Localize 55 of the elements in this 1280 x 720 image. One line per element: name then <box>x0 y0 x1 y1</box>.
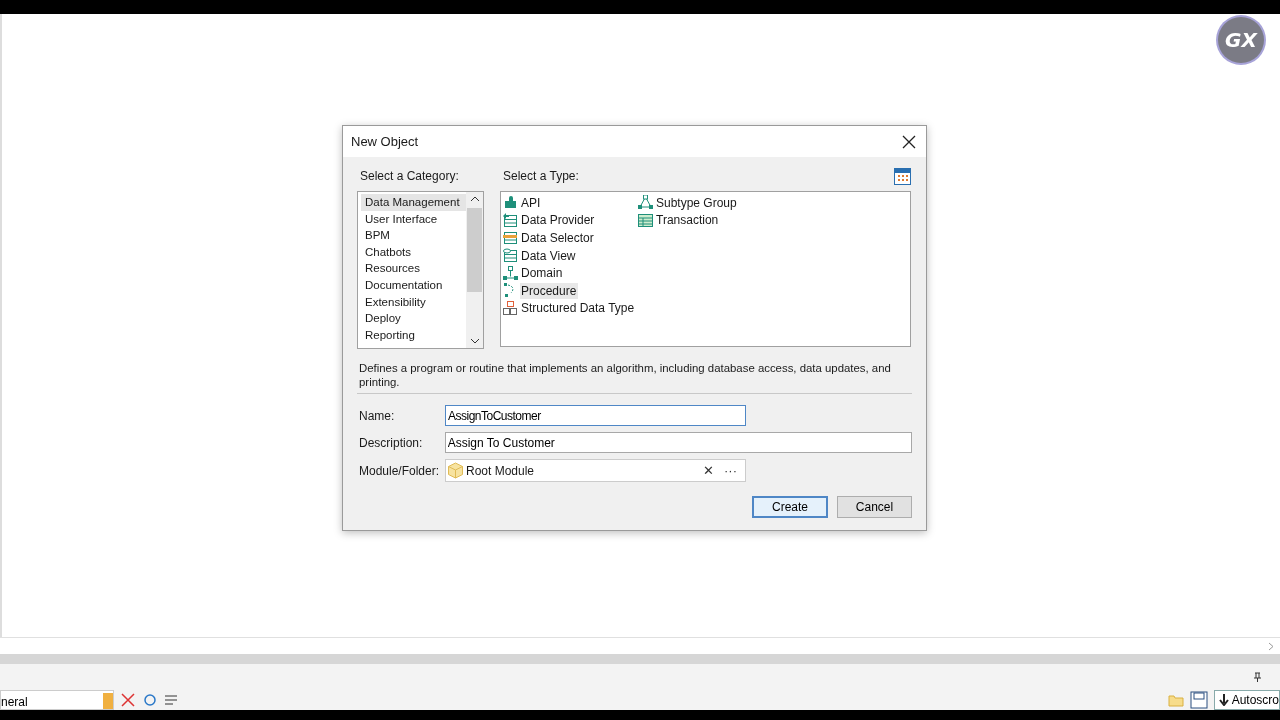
table-icon <box>503 230 518 246</box>
type-item[interactable]: Transaction <box>655 212 721 229</box>
category-list[interactable]: Data Management User Interface BPM Chatbots Resources Documentation Extensibility Deploy Reporting <box>357 191 484 349</box>
grid-view-icon[interactable] <box>894 167 911 185</box>
category-item[interactable]: Documentation <box>361 276 466 294</box>
filter-combo[interactable]: neral <box>0 690 114 710</box>
form-grid-icon <box>638 212 653 228</box>
save-icon[interactable] <box>1189 691 1208 709</box>
browse-button[interactable]: ··· <box>720 463 741 478</box>
type-list[interactable]: API Data Provider Data Selector Data View Domain Procedure Structured Data Type Subtype Group Transaction <box>500 191 911 347</box>
type-label: Select a Type: <box>503 169 579 183</box>
search-icon[interactable] <box>142 692 158 708</box>
category-item[interactable]: BPM <box>361 227 466 244</box>
table-icon <box>503 248 518 264</box>
triangle-nodes-icon <box>638 195 653 211</box>
category-item[interactable]: Deploy <box>361 310 466 327</box>
vertical-scrollbar[interactable] <box>466 192 483 348</box>
module-field[interactable]: Root Module ✕ ··· <box>445 459 746 482</box>
blocks-icon <box>503 300 518 316</box>
logo-badge: GX <box>1218 17 1264 63</box>
field-label: Name: <box>358 408 396 423</box>
category-label: Select a Category: <box>360 169 459 183</box>
category-item[interactable]: Extensibility <box>361 293 466 311</box>
delete-icon[interactable] <box>120 692 136 708</box>
type-item[interactable]: Data View <box>520 247 578 264</box>
down-arrow-icon <box>1218 694 1229 706</box>
dialog-title: New Object <box>351 134 419 149</box>
scroll-right-icon[interactable] <box>1268 641 1274 651</box>
field-label: Description: <box>358 435 424 450</box>
type-item[interactable]: Subtype Group <box>655 194 739 211</box>
type-item[interactable]: API <box>520 194 543 211</box>
name-field[interactable]: AssignToCustomer <box>445 405 746 426</box>
category-item[interactable]: User Interface <box>361 210 466 228</box>
cancel-button[interactable]: Cancel <box>837 496 912 518</box>
cube-icon <box>447 462 464 479</box>
table-icon <box>503 212 518 228</box>
category-item[interactable]: Chatbots <box>361 243 466 261</box>
hierarchy-icon <box>503 265 518 281</box>
description-field[interactable]: Assign To Customer <box>444 432 912 453</box>
list-icon[interactable] <box>164 693 178 707</box>
category-item[interactable]: Data Management <box>361 194 466 211</box>
type-description: Defines a program or routine that implements an algorithm, including database access, data updates, and printing. <box>357 361 912 394</box>
create-button[interactable]: Create <box>752 496 828 518</box>
autoscroll-button[interactable]: Autoscro <box>1213 690 1280 710</box>
type-item[interactable]: Procedure <box>520 282 579 299</box>
clear-button[interactable]: ✕ <box>699 463 718 478</box>
category-item[interactable]: Resources <box>361 260 466 277</box>
type-item[interactable]: Data Provider <box>520 212 597 229</box>
type-item[interactable]: Domain <box>520 265 565 282</box>
type-item[interactable]: Structured Data Type <box>520 300 637 317</box>
pin-icon[interactable] <box>1253 672 1262 682</box>
field-label: Module/Folder: <box>358 463 441 478</box>
puzzle-icon <box>503 195 518 211</box>
category-item[interactable]: Reporting <box>361 326 466 344</box>
type-item[interactable]: Data Selector <box>520 230 596 246</box>
